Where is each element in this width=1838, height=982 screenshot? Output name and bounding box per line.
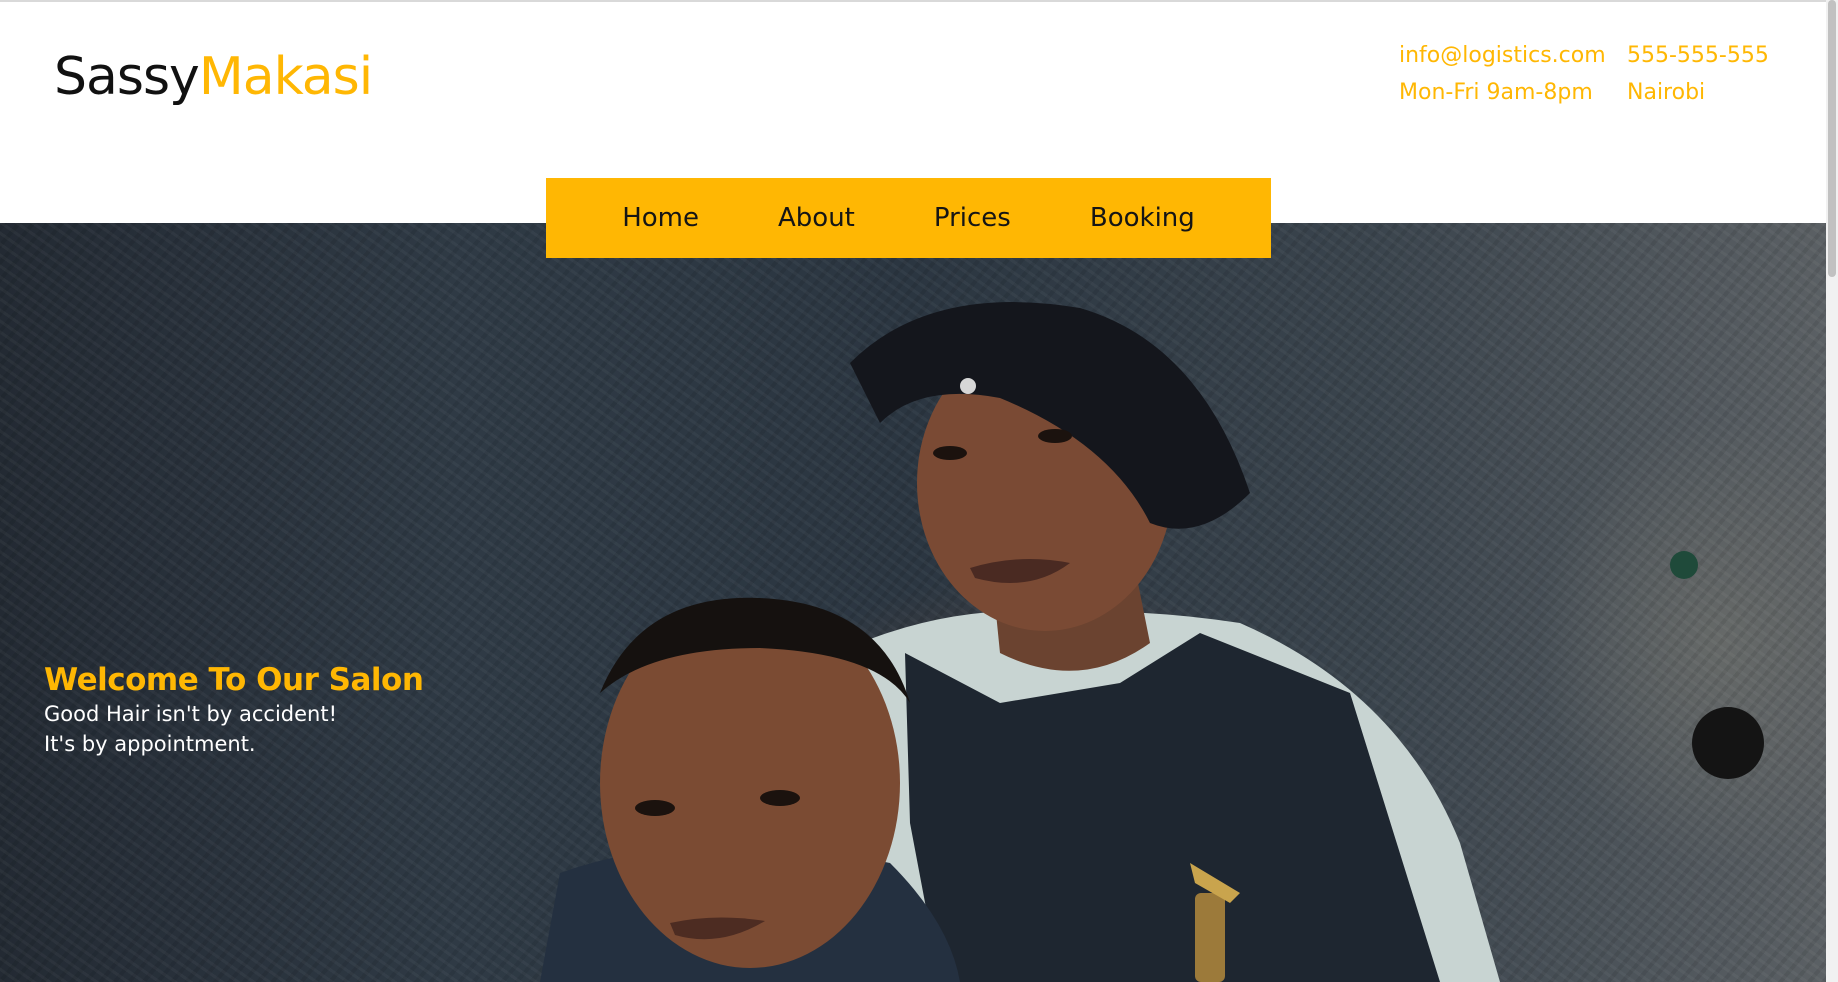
brand-name-part1: Sassy bbox=[54, 47, 200, 107]
vertical-scrollbar[interactable] bbox=[1826, 0, 1838, 982]
hero-photo-illustration bbox=[540, 302, 1764, 982]
brand-name-part2: Makasi bbox=[198, 47, 373, 107]
nav-booking[interactable]: Booking bbox=[1090, 203, 1195, 233]
nav-about[interactable]: About bbox=[778, 203, 855, 233]
background-decor-circle bbox=[1692, 707, 1764, 779]
page: SassyMakasi info@logistics.com 555-555-5… bbox=[0, 0, 1838, 982]
hero-tagline-line2: It's by appointment. bbox=[44, 732, 256, 756]
nav-prices[interactable]: Prices bbox=[934, 203, 1011, 233]
contact-location: Nairobi bbox=[1627, 80, 1706, 105]
scrollbar-thumb[interactable] bbox=[1828, 0, 1836, 277]
back-eye-left bbox=[933, 446, 967, 460]
hero-title: Welcome To Our Salon bbox=[44, 662, 424, 698]
front-eye-left bbox=[635, 800, 675, 816]
back-eye-right bbox=[1038, 429, 1072, 443]
front-eye-right bbox=[760, 790, 800, 806]
nav-home[interactable]: Home bbox=[622, 203, 699, 233]
top-border bbox=[0, 0, 1838, 2]
brand-logo[interactable]: SassyMakasi bbox=[54, 45, 373, 109]
cap-buckle bbox=[960, 378, 976, 394]
background-decor-dot bbox=[1670, 551, 1698, 579]
hero-tagline-line1: Good Hair isn't by accident! bbox=[44, 702, 337, 726]
hero-copy: Welcome To Our Salon Good Hair isn't by … bbox=[44, 661, 564, 759]
contact-email[interactable]: info@logistics.com bbox=[1399, 44, 1627, 68]
contact-info: info@logistics.com 555-555-555 Mon-Fri 9… bbox=[1399, 44, 1777, 105]
hero-section: Welcome To Our Salon Good Hair isn't by … bbox=[0, 223, 1826, 982]
main-nav: Home About Prices Booking bbox=[546, 178, 1271, 258]
hair-clipper bbox=[1195, 893, 1225, 982]
contact-phone[interactable]: 555-555-555 bbox=[1627, 44, 1777, 68]
contact-hours: Mon-Fri 9am-8pm bbox=[1399, 80, 1593, 105]
